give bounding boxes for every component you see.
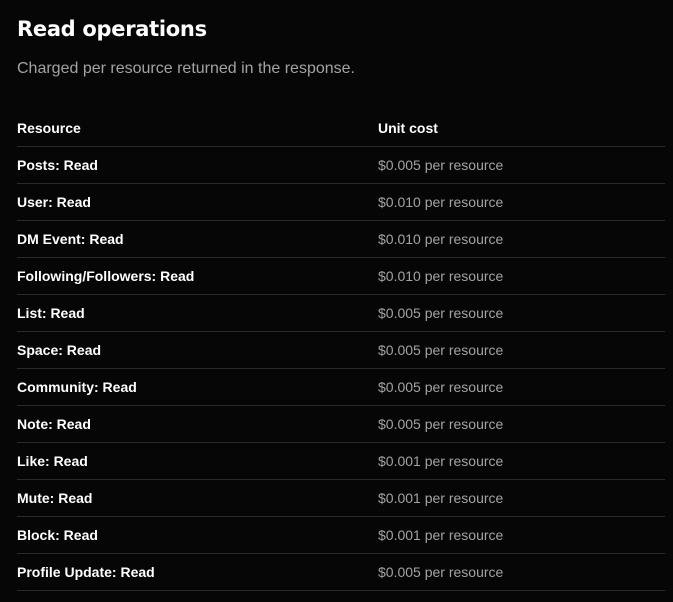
table-row: Mute: Read $0.001 per resource bbox=[17, 479, 665, 517]
unit-cost-cell: $0.005 per resource bbox=[378, 368, 665, 406]
table-row: Space: Read $0.005 per resource bbox=[17, 331, 665, 369]
table-row: Note: Read $0.005 per resource bbox=[17, 405, 665, 443]
unit-cost-cell: $0.010 per resource bbox=[378, 220, 665, 258]
column-header-unit-cost: Unit cost bbox=[378, 110, 665, 147]
table-body: Posts: Read $0.005 per resource User: Re… bbox=[17, 146, 665, 591]
resource-cell: Following/Followers: Read bbox=[17, 257, 378, 295]
unit-cost-cell: $0.010 per resource bbox=[378, 183, 665, 221]
unit-cost-cell: $0.005 per resource bbox=[378, 331, 665, 369]
pricing-table: Resource Unit cost Posts: Read $0.005 pe… bbox=[17, 110, 665, 591]
resource-cell: Like: Read bbox=[17, 442, 378, 480]
column-header-resource: Resource bbox=[17, 110, 378, 147]
resource-cell: Block: Read bbox=[17, 516, 378, 554]
table-row: Posts: Read $0.005 per resource bbox=[17, 146, 665, 184]
table-row: Profile Update: Read $0.005 per resource bbox=[17, 553, 665, 591]
unit-cost-cell: $0.005 per resource bbox=[378, 405, 665, 443]
section-title: Read operations bbox=[17, 17, 207, 41]
table-row: Community: Read $0.005 per resource bbox=[17, 368, 665, 406]
resource-cell: Profile Update: Read bbox=[17, 553, 378, 591]
table-row: User: Read $0.010 per resource bbox=[17, 183, 665, 221]
table-row: DM Event: Read $0.010 per resource bbox=[17, 220, 665, 258]
resource-cell: User: Read bbox=[17, 183, 378, 221]
table-row: Block: Read $0.001 per resource bbox=[17, 516, 665, 554]
unit-cost-cell: $0.005 per resource bbox=[378, 294, 665, 332]
resource-cell: DM Event: Read bbox=[17, 220, 378, 258]
table-row: Like: Read $0.001 per resource bbox=[17, 442, 665, 480]
section-subtitle: Charged per resource returned in the res… bbox=[17, 60, 355, 77]
table-row: List: Read $0.005 per resource bbox=[17, 294, 665, 332]
unit-cost-cell: $0.001 per resource bbox=[378, 479, 665, 517]
resource-cell: Note: Read bbox=[17, 405, 378, 443]
table-header: Resource Unit cost bbox=[17, 110, 665, 147]
resource-cell: List: Read bbox=[17, 294, 378, 332]
table-row: Following/Followers: Read $0.010 per res… bbox=[17, 257, 665, 295]
unit-cost-cell: $0.001 per resource bbox=[378, 516, 665, 554]
resource-cell: Posts: Read bbox=[17, 146, 378, 184]
table-header-row: Resource Unit cost bbox=[17, 110, 665, 147]
unit-cost-cell: $0.005 per resource bbox=[378, 553, 665, 591]
resource-cell: Mute: Read bbox=[17, 479, 378, 517]
unit-cost-cell: $0.010 per resource bbox=[378, 257, 665, 295]
resource-cell: Community: Read bbox=[17, 368, 378, 406]
unit-cost-cell: $0.005 per resource bbox=[378, 146, 665, 184]
resource-cell: Space: Read bbox=[17, 331, 378, 369]
unit-cost-cell: $0.001 per resource bbox=[378, 442, 665, 480]
